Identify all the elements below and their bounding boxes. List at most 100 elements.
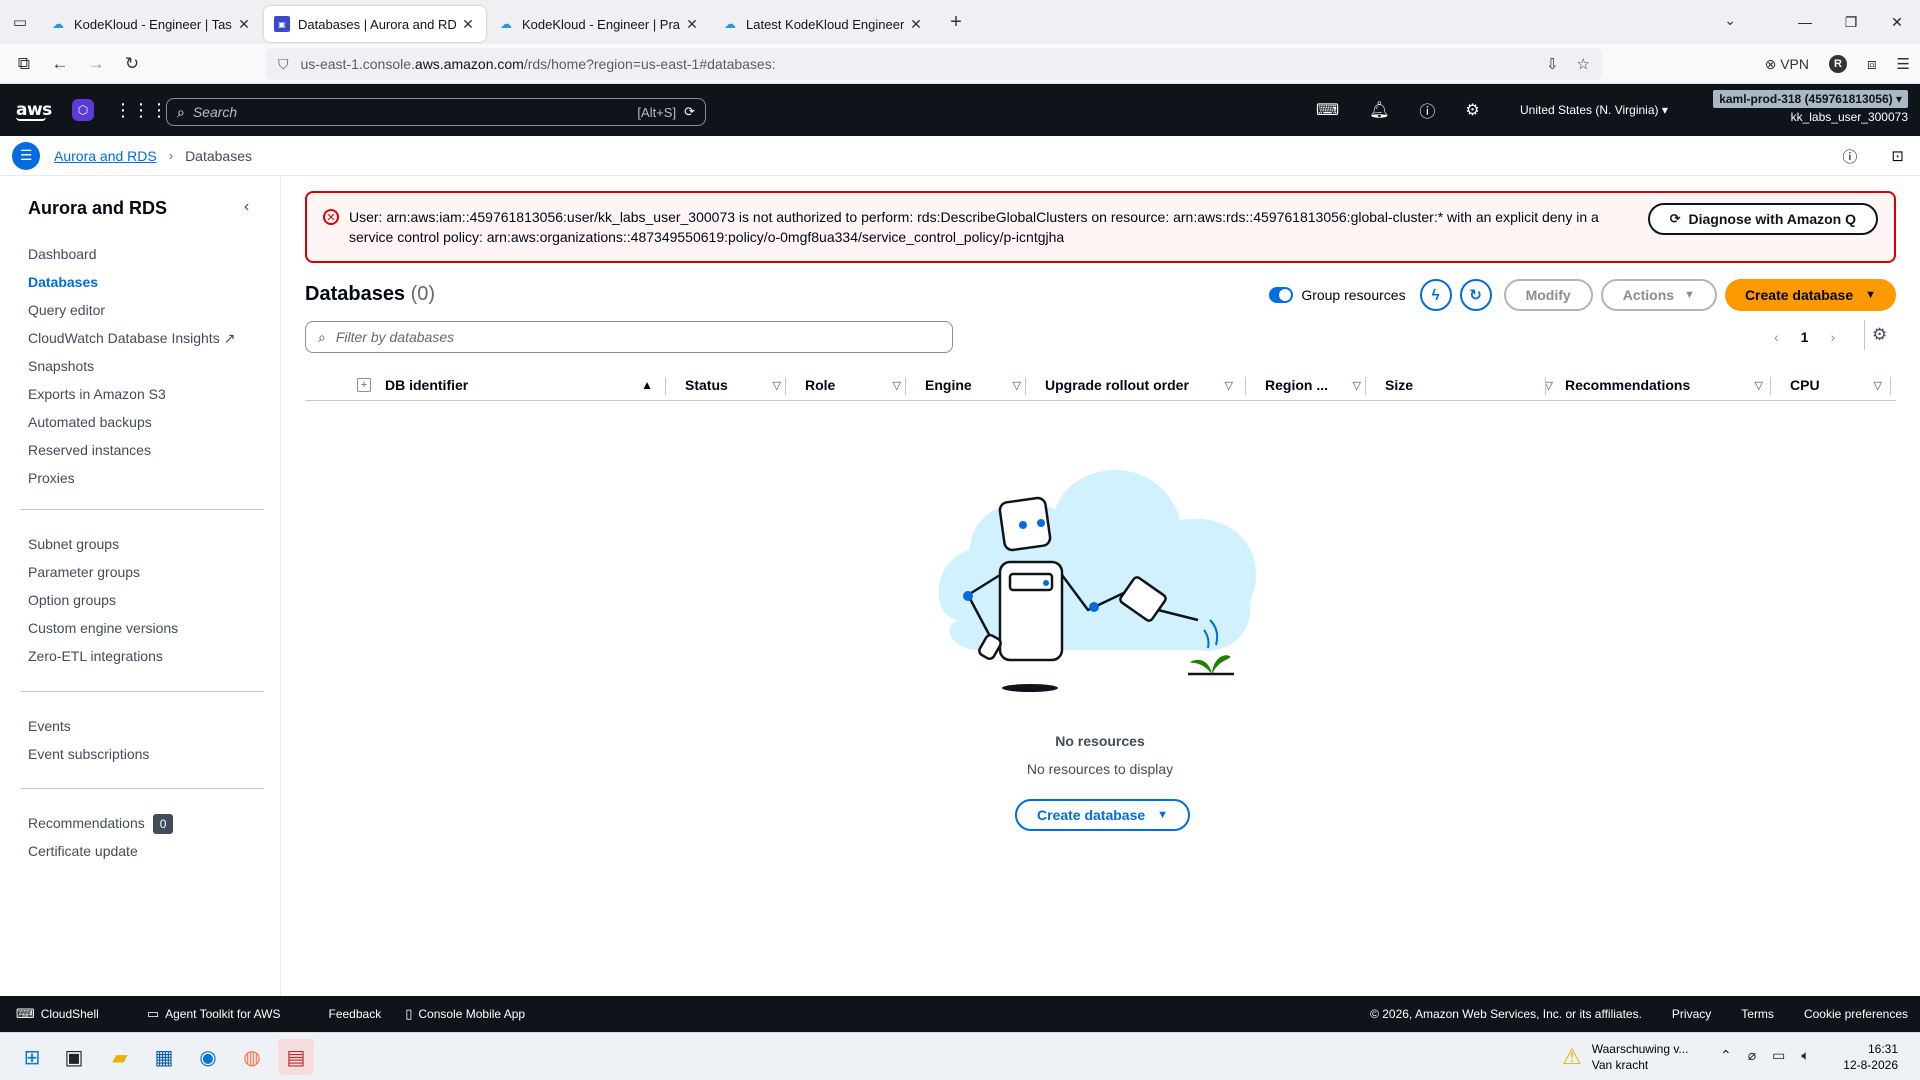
column-header-engine[interactable]: Engine ▽ [925,369,1033,401]
calculator-icon[interactable]: ▤ [278,1039,314,1075]
tab-list-icon[interactable]: ▭ [0,0,40,44]
settings-gear-icon[interactable]: ⚙ [1465,100,1479,120]
close-icon[interactable]: ✕ [460,16,476,33]
browser-tab[interactable]: ☁ KodeKloud - Engineer | Task ✕ [40,6,262,42]
group-resources-toggle[interactable] [1269,287,1294,303]
help-icon[interactable]: ⓘ [1419,98,1435,122]
column-header-size[interactable]: Size ▽ [1385,369,1565,401]
previous-page-icon[interactable]: ‹ [1774,329,1779,345]
windows-start-icon[interactable]: ⊞ [14,1039,50,1075]
task-view-icon[interactable]: ▣ [56,1039,92,1075]
terms-link[interactable]: Terms [1741,1007,1774,1021]
firefox-icon[interactable]: ◍ [234,1039,270,1075]
empty-create-database-button[interactable]: Create database ▼ [1015,799,1191,831]
menu-icon[interactable]: ☰ [1897,55,1910,73]
sidebar-item-dashboard[interactable]: Dashboard [28,240,235,268]
account-menu[interactable]: kaml-prod-318 (459761813056) ▾ kk_labs_u… [1713,90,1908,124]
vpn-button[interactable]: ⊗ VPN [1765,56,1809,73]
close-icon[interactable]: ✕ [236,16,252,33]
sidebar-item-events[interactable]: Events [28,712,149,740]
amazon-q-icon[interactable]: ⬡ [72,99,94,121]
column-header-recommendations[interactable]: Recommendations ▽ [1565,369,1775,401]
sidebar-item-option-groups[interactable]: Option groups [28,586,178,614]
notifications-bell-icon[interactable]: 🔔︎ [1369,100,1389,120]
sidebar-item-zero-etl[interactable]: Zero-ETL integrations [28,642,178,670]
weather-warning-widget[interactable]: ⚠ Waarschuwing v... Van kracht [1562,1041,1688,1073]
sidebar-item-parameter-groups[interactable]: Parameter groups [28,558,178,586]
sidebar-item-subnet-groups[interactable]: Subnet groups [28,530,178,558]
store-icon[interactable]: ▦ [146,1039,182,1075]
hamburger-menu-icon[interactable]: ☰ [12,141,40,170]
browser-tab[interactable]: ☁ Latest KodeKloud Engineer top ✕ [712,6,934,42]
sidebar-item-event-subscriptions[interactable]: Event subscriptions [28,740,149,768]
current-page[interactable]: 1 [1801,329,1809,345]
sidebar-item-recommendations[interactable]: Recommendations 0 [28,809,174,837]
restore-icon[interactable]: ❐ [1828,0,1874,44]
forward-icon[interactable]: → [78,48,114,80]
sidebar-item-proxies[interactable]: Proxies [28,464,235,492]
display-icon[interactable]: ▭ [1772,1047,1785,1064]
star-icon[interactable]: ☆ [1577,55,1590,73]
chevron-up-icon[interactable]: ⌃ [1720,1047,1732,1064]
cloudshell-footer-button[interactable]: ⌨ CloudShell [16,1006,123,1022]
create-database-button[interactable]: Create database ▼ [1724,279,1896,311]
privacy-link[interactable]: Privacy [1672,1007,1711,1021]
table-settings-gear-icon[interactable]: ⚙ [1872,325,1887,345]
minimize-icon[interactable]: — [1782,0,1828,44]
feedback-icon[interactable]: ⊡ [1891,147,1904,165]
info-icon[interactable]: ⓘ [1842,146,1857,167]
cloudshell-icon[interactable]: ⌨ [1316,100,1339,120]
lightning-icon[interactable]: ϟ [1419,279,1452,311]
sidebar-item-reserved-instances[interactable]: Reserved instances [28,436,235,464]
collapse-sidebar-icon[interactable]: ‹ [244,198,249,216]
expand-all-icon[interactable]: + [357,378,371,392]
file-explorer-icon[interactable]: ▰ [102,1039,138,1075]
sidebar-item-databases[interactable]: Databases [28,268,235,296]
system-clock[interactable]: 16:31 12-8-2026 [1843,1041,1898,1073]
services-grid-icon[interactable]: ⋮⋮⋮ [114,100,168,121]
mobile-app-link[interactable]: ▯ Console Mobile App [405,1006,549,1022]
column-header-db-identifier[interactable]: DB identifier ▲ [385,369,665,401]
download-icon[interactable]: ⇩ [1546,55,1559,73]
breadcrumb-link-aurora-rds[interactable]: Aurora and RDS [54,148,157,164]
sidebar-toggle-icon[interactable]: ⧉ [6,48,42,80]
sidebar-item-cloudwatch-insights[interactable]: CloudWatch Database Insights ↗ [28,324,235,352]
agent-toolkit-button[interactable]: ▭ Agent Toolkit for AWS [147,1006,305,1022]
refresh-icon[interactable]: ↻ [1459,279,1492,311]
region-selector[interactable]: United States (N. Virginia) ▾ [1520,84,1668,136]
sidebar-item-custom-engine-versions[interactable]: Custom engine versions [28,614,178,642]
column-header-cpu[interactable]: CPU ▽ [1790,369,1894,401]
sidebar-item-automated-backups[interactable]: Automated backups [28,408,235,436]
browser-tab-active[interactable]: ▣ Databases | Aurora and RDS | ✕ [264,6,486,42]
sidebar-item-query-editor[interactable]: Query editor [28,296,235,324]
new-tab-button[interactable]: + [940,6,972,38]
column-header-upgrade-rollout-order[interactable]: Upgrade rollout order ▽ [1045,369,1245,401]
close-window-icon[interactable]: ✕ [1874,0,1920,44]
column-header-status[interactable]: Status ▽ [685,369,793,401]
filter-databases-input[interactable]: ⌕ Filter by databases [305,321,953,353]
sidebar-item-certificate-update[interactable]: Certificate update [28,837,173,865]
cookie-preferences-link[interactable]: Cookie preferences [1804,1007,1908,1021]
feedback-link[interactable]: Feedback [329,1007,382,1021]
column-header-region[interactable]: Region ... ▽ [1265,369,1373,401]
network-icon[interactable]: ⌀ [1748,1047,1756,1064]
extensions-icon[interactable]: ⧈ [1867,56,1877,73]
column-header-role[interactable]: Role ▽ [805,369,913,401]
browser-tab[interactable]: ☁ KodeKloud - Engineer | Practice ✕ [488,6,710,42]
back-icon[interactable]: ← [42,48,78,80]
chevron-down-icon[interactable]: ⌄ [1724,12,1736,29]
aws-logo[interactable]: aws [16,100,52,121]
reload-icon[interactable]: ↻ [114,48,150,80]
close-icon[interactable]: ✕ [684,16,700,33]
edge-icon[interactable]: ◉ [190,1039,226,1075]
sidebar-item-exports-s3[interactable]: Exports in Amazon S3 [28,380,235,408]
address-bar[interactable]: ⛉ us-east-1.console.aws.amazon.com/rds/h… [266,48,1602,80]
volume-icon[interactable]: 🔈︎ [1801,1047,1809,1064]
next-page-icon[interactable]: › [1830,329,1835,345]
sidebar-item-snapshots[interactable]: Snapshots [28,352,235,380]
close-icon[interactable]: ✕ [908,16,924,33]
amazon-q-search-icon[interactable]: ⟳ [684,104,695,120]
search-input[interactable]: ⌕ Search [Alt+S] ⟳ [166,98,706,126]
modify-button[interactable]: Modify [1503,279,1593,311]
diagnose-amazon-q-button[interactable]: ⟳ Diagnose with Amazon Q [1647,203,1878,235]
